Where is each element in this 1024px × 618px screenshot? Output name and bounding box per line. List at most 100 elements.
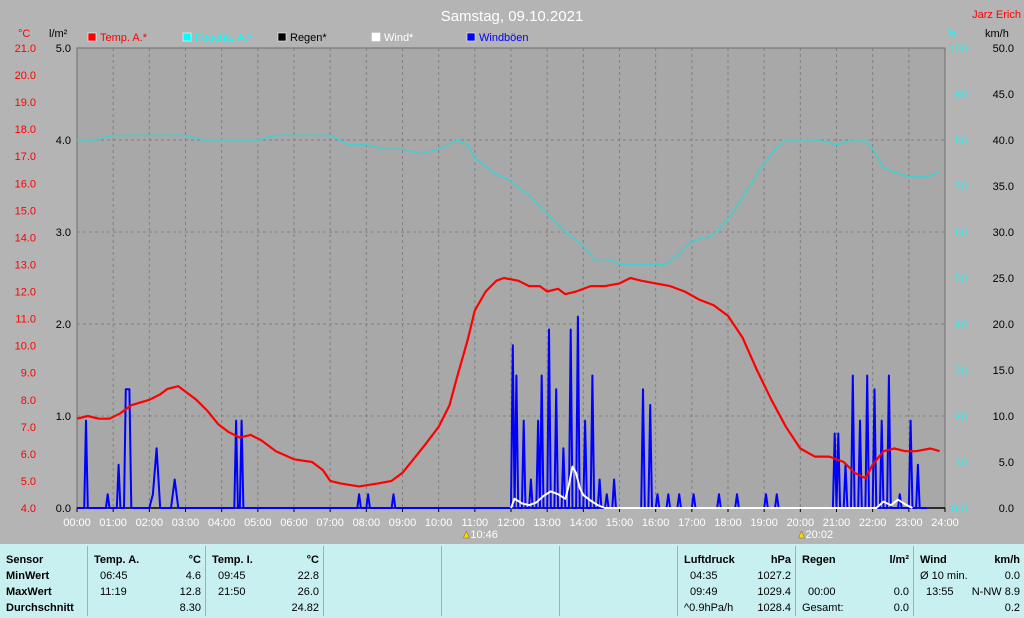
x-tick-label: 20:00: [787, 517, 815, 529]
sensor-header: Sensor: [6, 554, 44, 566]
rain-max-time: 00:00: [808, 586, 836, 598]
temp-tick-label: 13.0: [15, 259, 36, 271]
legend-label: Windböen: [479, 32, 529, 44]
temp-i-max-value: 26.0: [297, 586, 319, 598]
unit-wind: km/h: [985, 28, 1009, 40]
col-sensor: Sensor MinWert MaxWert Durchschnitt: [0, 546, 88, 616]
chart-legend: Temp. A.* Feuchte A.* Regen* Wind* Windböen: [87, 32, 529, 44]
x-tick-label: 16:00: [642, 517, 670, 529]
sun-events: 10:46 20:02: [463, 529, 833, 541]
temp-i-header: Temp. I.: [212, 554, 253, 566]
temp-tick-label: 17.0: [15, 151, 36, 163]
rain-tick-label: 5.0: [56, 43, 71, 55]
temp-tick-label: 10.0: [15, 341, 36, 353]
legend-label: Regen*: [290, 32, 327, 44]
temp-tick-label: 8.0: [21, 395, 36, 407]
rain-total-value: 0.0: [893, 602, 909, 614]
temp-tick-label: 4.0: [21, 503, 36, 515]
row-label-avg: Durchschnitt: [6, 602, 74, 614]
x-tick-label: 19:00: [750, 517, 778, 529]
temp-a-max-time: 11:19: [100, 586, 127, 598]
pressure-unit: hPa: [770, 554, 791, 566]
temp-a-max-value: 12.8: [179, 586, 201, 598]
humidity-tick-label: 20: [955, 411, 967, 423]
wind-tick-label: 20.0: [993, 319, 1014, 331]
x-tick-label: 23:00: [895, 517, 923, 529]
temp-tick-label: 7.0: [21, 422, 36, 434]
x-tick-label: 24:00: [931, 517, 959, 529]
pressure-avg-value: 1028.4: [757, 602, 791, 614]
col-temp-i: Temp. I. °C 09:45 22.8 21:50 26.0 24.82: [206, 546, 324, 616]
sunset-time: 20:02: [806, 529, 834, 541]
row-label-max: MaxWert: [6, 586, 52, 598]
humidity-tick-label: 70: [955, 181, 967, 193]
pressure-max-time: 09:49: [690, 586, 718, 598]
temp-a-unit: °C: [188, 554, 201, 566]
legend-swatch: [87, 32, 97, 42]
wind-tick-label: 40.0: [993, 135, 1014, 147]
temp-tick-label: 11.0: [15, 314, 36, 326]
stats-table: Sensor MinWert MaxWert Durchschnitt Temp…: [0, 544, 1024, 618]
humidity-tick-label: 50: [955, 273, 967, 285]
unit-temp: °C: [18, 28, 30, 40]
wind-tick-label: 35.0: [993, 181, 1014, 193]
wind-max-value: N-NW 8.9: [971, 586, 1020, 598]
author-label: Jarz Erich: [972, 9, 1021, 21]
x-tick-label: 08:00: [353, 517, 381, 529]
temp-tick-label: 19.0: [15, 97, 36, 109]
x-tick-label: 22:00: [859, 517, 887, 529]
temp-tick-label: 14.0: [15, 232, 36, 244]
rain-tick-label: 1.0: [56, 411, 71, 423]
x-tick-label: 21:00: [823, 517, 851, 529]
temp-tick-label: 15.0: [15, 205, 36, 217]
temp-i-min-time: 09:45: [218, 570, 246, 582]
temp-a-min-time: 06:45: [100, 570, 128, 582]
temp-a-header: Temp. A.: [94, 554, 140, 566]
rain-header: Regen: [802, 554, 836, 566]
x-tick-label: 11:00: [461, 517, 488, 529]
wind-tick-label: 50.0: [993, 43, 1014, 55]
x-tick-label: 02:00: [136, 517, 164, 529]
x-tick-label: 14:00: [570, 517, 598, 529]
wind-avg-label: Ø 10 min.: [920, 570, 968, 582]
legend-swatch: [466, 32, 476, 42]
col-wind: Wind km/h Ø 10 min. 0.0 13:55 N-NW 8.9 0.2: [914, 546, 1024, 616]
wind-tick-label: 25.0: [993, 273, 1014, 285]
temp-i-min-value: 22.8: [297, 570, 319, 582]
temp-tick-label: 21.0: [15, 43, 36, 55]
x-tick-label: 13:00: [533, 517, 561, 529]
x-tick-label: 12:00: [497, 517, 525, 529]
legend-swatch: [277, 32, 287, 42]
legend-label: Feuchte A.*: [195, 32, 253, 44]
temp-tick-label: 5.0: [21, 476, 36, 488]
pressure-min-value: 1027.2: [757, 570, 791, 582]
rain-unit: l/m²: [889, 554, 909, 566]
temp-tick-label: 12.0: [15, 287, 36, 299]
x-tick-label: 10:00: [425, 517, 453, 529]
wind-tick-label: 5.0: [999, 457, 1014, 469]
wind-avg-value: 0.0: [1004, 570, 1020, 582]
col-empty-3: [560, 546, 678, 616]
humidity-tick-label: 80: [955, 135, 967, 147]
x-tick-label: 06:00: [280, 517, 308, 529]
x-tick-label: 09:00: [389, 517, 417, 529]
humidity-tick-label: 30: [955, 365, 967, 377]
wind-unit: km/h: [994, 554, 1020, 566]
rain-total-label: Gesamt:: [802, 602, 844, 614]
temp-tick-label: 6.0: [21, 449, 36, 461]
x-tick-label: 17:00: [678, 517, 706, 529]
rain-tick-label: 2.0: [56, 319, 71, 331]
x-tick-label: 15:00: [606, 517, 634, 529]
pressure-max-value: 1029.4: [757, 586, 791, 598]
sunrise-icon: [463, 530, 470, 539]
temp-tick-label: 16.0: [15, 178, 36, 190]
col-temp-a: Temp. A. °C 06:45 4.6 11:19 12.8 8.30: [88, 546, 206, 616]
temp-tick-label: 9.0: [21, 368, 36, 380]
humidity-tick-label: 0.0: [952, 503, 967, 515]
col-pressure: Luftdruck hPa 04:35 1027.2 09:49 1029.4 ^0.…: [678, 546, 796, 616]
humidity-tick-label: 100: [949, 43, 967, 55]
temp-tick-label: 18.0: [15, 124, 36, 136]
x-tick-label: 00:00: [63, 517, 91, 529]
pressure-min-time: 04:35: [690, 570, 718, 582]
legend-swatch: [371, 32, 381, 42]
